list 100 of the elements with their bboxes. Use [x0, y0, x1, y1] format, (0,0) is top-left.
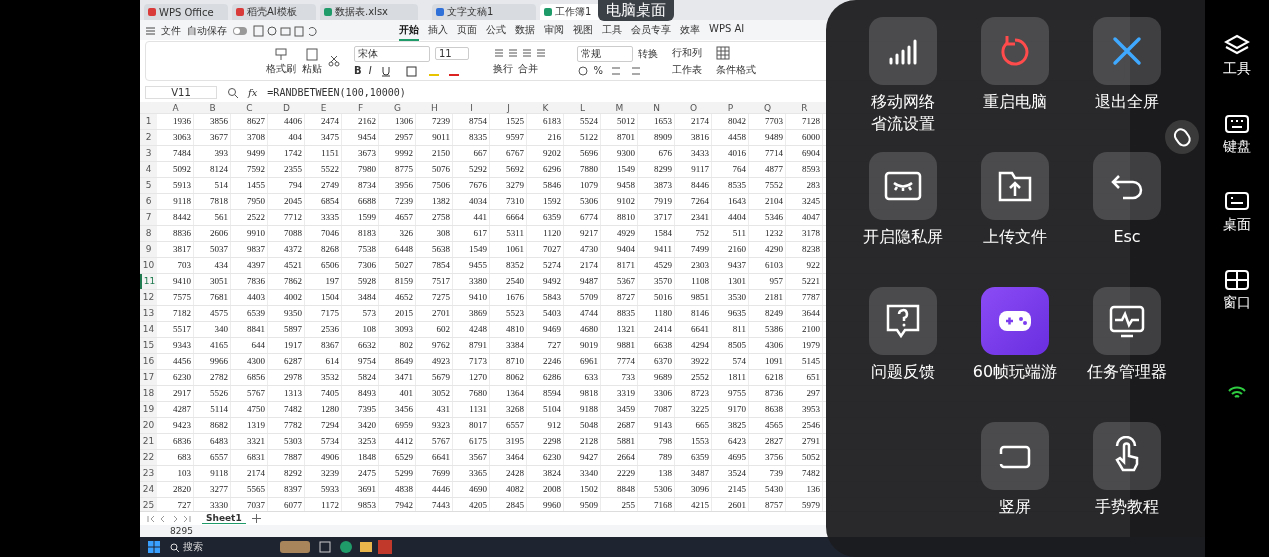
row-header[interactable]: 22 — [140, 450, 157, 465]
column-header[interactable]: H — [416, 102, 453, 113]
column-header[interactable]: E — [305, 102, 342, 113]
name-box[interactable]: V11 — [145, 85, 217, 99]
ribbon-tab[interactable]: 审阅 — [544, 21, 564, 41]
sidebar-button[interactable]: 键盘 — [1223, 112, 1251, 156]
menu-icon[interactable] — [146, 27, 155, 35]
panel-option[interactable]: Esc — [1071, 152, 1183, 287]
panel-option[interactable]: 开启隐私屏 — [847, 152, 959, 287]
sidebar-button[interactable]: 桌面 — [1223, 190, 1251, 234]
taskbar-app-icons[interactable] — [280, 539, 392, 555]
ribbon-tab[interactable]: 页面 — [457, 21, 477, 41]
column-header[interactable]: K — [527, 102, 564, 113]
row-header[interactable]: 11 — [140, 274, 157, 289]
sidebar-button[interactable]: 工具 — [1223, 34, 1251, 78]
column-header[interactable]: I — [453, 102, 490, 113]
document-tab[interactable]: 数据表.xlsx — [320, 4, 418, 20]
column-header[interactable]: F — [342, 102, 379, 113]
ribbon-tab[interactable]: 公式 — [486, 21, 506, 41]
row-header[interactable]: 19 — [140, 402, 157, 417]
row-header[interactable]: 16 — [140, 354, 157, 369]
document-tab[interactable]: WPS Office — [144, 4, 228, 20]
ribbon-tab[interactable]: 工具 — [602, 21, 622, 41]
column-header[interactable]: P — [712, 102, 749, 113]
row-header[interactable]: 21 — [140, 434, 157, 449]
row-header[interactable]: 3 — [140, 146, 157, 161]
rows-columns-button[interactable]: 行和列 — [671, 45, 702, 60]
autosave-toggle[interactable] — [233, 27, 247, 35]
row-header[interactable]: 7 — [140, 210, 157, 225]
row-header[interactable]: 15 — [140, 338, 157, 353]
panel-option[interactable]: 上传文件 — [959, 152, 1071, 287]
mouse-mode-icon[interactable] — [1165, 120, 1199, 154]
panel-option[interactable]: 竖屏 — [959, 422, 1071, 557]
windows-start-icon[interactable] — [148, 541, 160, 553]
ribbon-tab[interactable]: 数据 — [515, 21, 535, 41]
row-header[interactable]: 6 — [140, 194, 157, 209]
ribbon-tab[interactable]: 视图 — [573, 21, 593, 41]
panel-option[interactable]: 问题反馈 — [847, 287, 959, 422]
ribbon-tab[interactable]: 效率 — [680, 21, 700, 41]
number-format-dropdown[interactable]: 常规 — [576, 45, 633, 62]
document-tab[interactable]: 稻壳AI模板 — [232, 4, 316, 20]
formula-field[interactable]: =RANDBETWEEN(100,10000) — [267, 86, 406, 98]
format-painter-button[interactable]: 格式刷 — [266, 46, 296, 76]
column-header[interactable]: O — [675, 102, 712, 113]
column-header[interactable]: Q — [749, 102, 786, 113]
panel-option[interactable]: 任务管理器 — [1071, 287, 1183, 422]
row-header[interactable]: 12 — [140, 290, 157, 305]
panel-option[interactable]: 重启电脑 — [959, 17, 1071, 152]
row-header[interactable]: 1 — [140, 114, 157, 129]
sidebar-button[interactable]: 窗口 — [1223, 268, 1251, 312]
panel-option[interactable]: 移动网络 省流设置 — [847, 17, 959, 152]
italic-button[interactable]: I — [366, 65, 374, 76]
document-tab[interactable]: 文字文稿1 — [432, 4, 536, 20]
column-header[interactable]: N — [638, 102, 675, 113]
column-header[interactable]: L — [564, 102, 601, 113]
row-header[interactable]: 9 — [140, 242, 157, 257]
row-header[interactable]: 23 — [140, 466, 157, 481]
conditional-format-button[interactable]: 条件格式 — [715, 62, 756, 77]
row-header[interactable]: 25 — [140, 498, 157, 511]
column-header[interactable]: A — [157, 102, 194, 113]
taskbar-search[interactable]: 搜索 — [170, 540, 270, 554]
ribbon-tab[interactable]: WPS AI — [709, 21, 745, 41]
column-header[interactable]: B — [194, 102, 231, 113]
column-header[interactable]: R — [786, 102, 823, 113]
panel-option[interactable]: 退出全屏 — [1071, 17, 1183, 152]
font-size-dropdown[interactable]: 11 — [435, 47, 469, 60]
row-header[interactable]: 4 — [140, 162, 157, 177]
column-header[interactable]: D — [268, 102, 305, 113]
row-header[interactable]: 8 — [140, 226, 157, 241]
row-header[interactable]: 5 — [140, 178, 157, 193]
convert-button[interactable]: 转换 — [637, 46, 658, 61]
ribbon-tab[interactable]: 插入 — [428, 21, 448, 41]
worksheet-button[interactable]: 工作表 — [671, 62, 702, 77]
zoom-icon[interactable] — [227, 86, 238, 98]
column-header[interactable]: J — [490, 102, 527, 113]
font-dropdown[interactable]: 宋体 — [354, 45, 430, 62]
merge-button[interactable]: 合并 — [517, 61, 538, 76]
table-grid-icon[interactable] — [715, 45, 730, 60]
row-header[interactable]: 20 — [140, 418, 157, 433]
row-header[interactable]: 17 — [140, 370, 157, 385]
panel-option[interactable]: 60帧玩端游 — [959, 287, 1071, 422]
column-header[interactable]: G — [379, 102, 416, 113]
ribbon-tab[interactable]: 会员专享 — [631, 21, 671, 41]
column-header[interactable]: M — [601, 102, 638, 113]
column-header[interactable]: C — [231, 102, 268, 113]
row-header[interactable]: 2 — [140, 130, 157, 145]
row-header[interactable]: 18 — [140, 386, 157, 401]
row-header[interactable]: 10 — [140, 258, 157, 273]
cut-icon[interactable] — [328, 55, 340, 67]
paste-button[interactable]: 粘贴 — [302, 46, 322, 76]
add-sheet-icon[interactable] — [251, 514, 261, 523]
sheet-tab[interactable]: Sheet1 — [202, 513, 246, 524]
percent-button[interactable]: % — [593, 65, 604, 76]
wrap-text-button[interactable]: 换行 — [492, 61, 513, 76]
insert-function-button[interactable]: fx — [248, 86, 258, 98]
row-header[interactable]: 24 — [140, 482, 157, 497]
bold-button[interactable]: B — [354, 65, 362, 76]
panel-option[interactable]: 手势教程 — [1071, 422, 1183, 557]
row-header[interactable]: 14 — [140, 322, 157, 337]
row-header[interactable]: 13 — [140, 306, 157, 321]
